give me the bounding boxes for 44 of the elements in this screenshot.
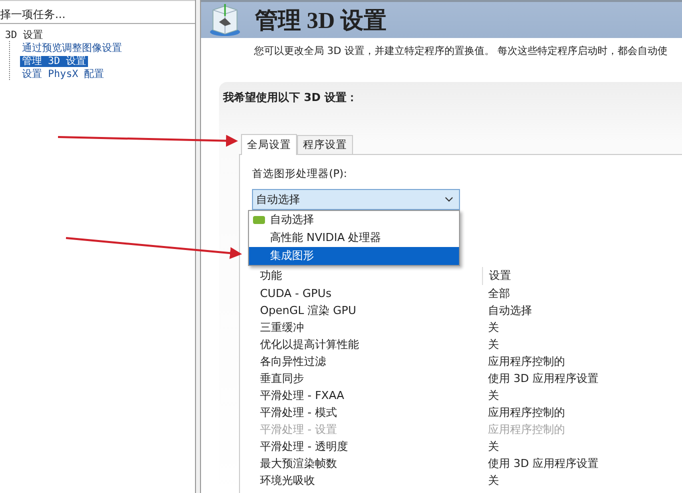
table-cell-text: 环境光吸收 (259, 473, 316, 489)
sidebar-heading: 择一项任务... (0, 7, 66, 23)
table-cell-text: 优化以提高计算性能 (259, 337, 360, 353)
column-header: 功能 (259, 268, 283, 284)
column-header: 设置 (482, 267, 511, 285)
dropdown-option[interactable]: 集成图形 (249, 247, 459, 265)
table-cell-text: 使用 3D 应用程序设置 (487, 456, 598, 472)
table-cell-text: 自动选择 (487, 303, 532, 319)
tree-item[interactable]: 3D 设置 (3, 30, 46, 41)
table-cell-text: 平滑处理 - 模式 (259, 405, 338, 421)
tree-item[interactable]: 设置 PhysX 配置 (20, 69, 106, 80)
table-cell-text: 关 (487, 388, 499, 404)
description-text: 您可以更改全局 3D 设置，并建立特定程序的置换值。 每次这些特定程序启动时，都会自动使 (253, 44, 669, 58)
section-heading: 我希望使用以下 3D 设置： (222, 90, 358, 106)
chip-icon (253, 216, 265, 224)
tab[interactable]: 全局设置 (241, 134, 297, 155)
table-cell-text: 垂直同步 (259, 371, 305, 387)
table-cell-text: 应用程序控制的 (487, 354, 565, 370)
dropdown-option[interactable]: 高性能 NVIDIA 处理器 (249, 229, 459, 247)
table-cell-text: OpenGL 渲染 GPU (259, 303, 358, 319)
table-cell-text: 三重缓冲 (259, 320, 305, 336)
page-title: 管理 3D 设置 (255, 6, 387, 34)
table-cell-text: 关 (487, 337, 499, 353)
table-cell-text: CUDA - GPUs (259, 286, 332, 302)
table-cell-text: 应用程序控制的 (487, 405, 565, 421)
table-cell-text: 关 (487, 473, 499, 489)
table-cell-text: 平滑处理 - FXAA (259, 388, 346, 404)
tab[interactable]: 程序设置 (297, 135, 353, 154)
tree-item[interactable]: 管理 3D 设置 (20, 56, 88, 67)
table-cell-text: 全部 (487, 286, 510, 302)
table-cell-text: 最大预渲染帧数 (259, 456, 338, 472)
table-cell-text: 平滑处理 - 设置 (259, 422, 338, 438)
caret-icon (445, 197, 453, 202)
table-cell-text: 各向异性过滤 (259, 354, 327, 370)
cube-grid-icon (207, 2, 243, 38)
tree-item[interactable]: 通过预览调整图像设置 (20, 43, 124, 54)
table-cell-text: 关 (487, 439, 499, 455)
table-cell-text: 使用 3D 应用程序设置 (487, 371, 598, 387)
table-cell-text: 平滑处理 - 透明度 (259, 439, 349, 455)
dropdown-option[interactable]: 自动选择 (249, 211, 459, 229)
field-label: 首选图形处理器(P): (252, 167, 348, 182)
processor-dropdown[interactable]: 自动选择 (252, 189, 460, 210)
table-cell-text: 应用程序控制的 (487, 422, 565, 438)
table-cell-text: 关 (487, 320, 499, 336)
